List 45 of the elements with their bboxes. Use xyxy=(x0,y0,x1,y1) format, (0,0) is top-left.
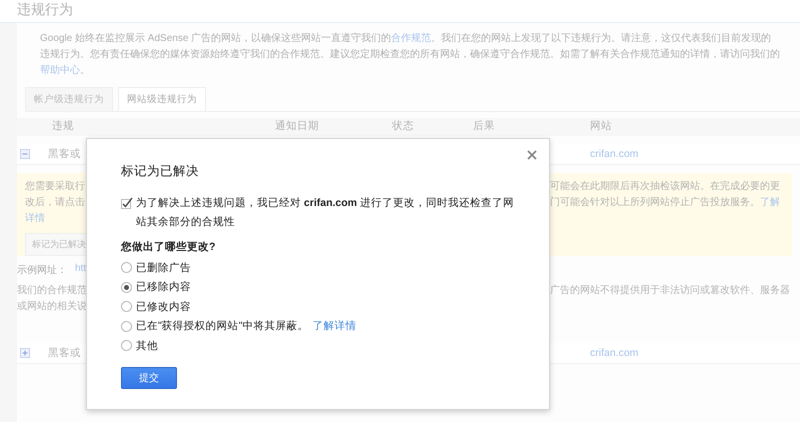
tab[interactable]: 网站级违规行为 xyxy=(118,87,206,111)
table-cell: 黑客或 xyxy=(48,147,81,161)
checked-checkbox[interactable] xyxy=(121,197,133,209)
notice-text: 门可能会针对以上所列网站停止广告投放服务。了解 xyxy=(550,196,781,210)
option-label: 已移除内容 xyxy=(136,280,191,294)
column-header: 通知日期 xyxy=(275,119,319,133)
radio-button[interactable] xyxy=(121,262,132,274)
table-cell: 黑客或 xyxy=(48,346,81,360)
option-label: 已修改内容 xyxy=(136,300,191,314)
learn-more-link[interactable]: 了解详情 xyxy=(312,319,356,334)
option-label: 已删除广告 xyxy=(136,260,191,275)
policy-text: 广告的网站不得提供用于非法访问或篡改软件、服务器 xyxy=(550,284,791,298)
radio-button[interactable] xyxy=(121,340,132,352)
site-link[interactable]: crifan.com xyxy=(550,148,638,160)
dialog-title: 标记为已解决 xyxy=(121,163,200,180)
intro-link[interactable]: 帮助中心 xyxy=(40,65,80,76)
radio-button[interactable] xyxy=(121,282,132,293)
option-label: 其他 xyxy=(136,338,158,353)
intro-paragraph: Google 始终在监控展示 AdSense 广告的网站，以确保这些网站一直遵守我们的合作规范。我们在您的网站上发现了以下违规行为。请注意，这仅代表我们目前发现的违规行为。您有责任确保您的媒体资源始终遵守我们的合作规范。建议您定期检查您的所有网站，确保遵守合作规范。如需了解有关合作规范通知的详情，请访问我们的 帮助中心。 xyxy=(39,32,781,78)
policy-text: 我们的合作规范 xyxy=(17,284,86,298)
option-label: 已在"获得授权的网站"中将其屏蔽。 xyxy=(136,319,308,334)
notice-text: 您需要采取行 xyxy=(25,180,86,194)
collapse-icon[interactable] xyxy=(20,149,30,159)
tab[interactable]: 帐户级违规行为 xyxy=(25,87,113,111)
notice-text: 改后，请点击 xyxy=(25,196,86,210)
submit-button[interactable]: 提交 xyxy=(121,366,177,388)
close-icon[interactable] xyxy=(527,150,537,160)
details-link[interactable]: 详情 xyxy=(25,211,86,227)
confirm-text: 为了解决上述违规问题，我已经对 crifan.com 进行了更改，同时我还检查了网站其余部分的合规性 xyxy=(136,196,515,230)
question-label: 您做出了哪些更改? xyxy=(121,240,216,254)
radio-button[interactable] xyxy=(121,320,132,332)
learn-link[interactable]: 了解 xyxy=(760,197,780,208)
example-link[interactable]: htt xyxy=(75,263,86,277)
column-header: 后果 xyxy=(473,119,495,133)
site-link[interactable]: crifan.com xyxy=(550,347,638,359)
page-title: 违规行为 xyxy=(17,1,73,19)
example-label: 示例网址： xyxy=(17,264,67,277)
column-header: 网站 xyxy=(590,119,612,133)
column-header: 状态 xyxy=(392,119,414,133)
radio-button[interactable] xyxy=(121,301,132,312)
column-header: 违规 xyxy=(52,119,74,133)
policy-text: 或网站的相关说 xyxy=(17,300,86,314)
intro-link[interactable]: 合作规范 xyxy=(391,33,432,44)
notice-text: 可能会在此期限后再次抽检该网站。在完成必要的更 xyxy=(550,180,781,194)
expand-icon[interactable] xyxy=(20,348,30,358)
